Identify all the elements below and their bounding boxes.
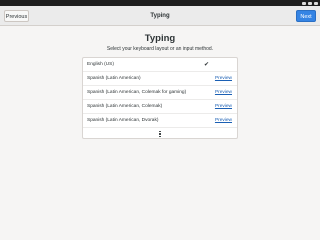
preview-link[interactable]: Preview (215, 114, 232, 128)
layout-row-spanish-latam-colemak[interactable]: Spanish (Latin American, Colemak) Previe… (83, 100, 237, 114)
layout-label: Spanish (Latin American, Colemak for gam… (87, 90, 187, 95)
layout-list: English (US) ✔ Spanish (Latin American) … (82, 57, 238, 139)
layout-label: Spanish (Latin American, Dvorak) (87, 118, 159, 123)
preview-link[interactable]: Preview (215, 100, 232, 114)
page-title: Typing (144, 33, 176, 44)
preview-link[interactable]: Preview (215, 72, 232, 86)
preview-link[interactable]: Preview (215, 86, 232, 100)
layout-row-spanish-latam-colemak-gaming[interactable]: Spanish (Latin American, Colemak for gam… (83, 86, 237, 100)
layout-label: Spanish (Latin American) (87, 76, 141, 81)
volume-icon (308, 1, 312, 5)
page-subtitle: Select your keyboard layout or an input … (106, 46, 214, 52)
layout-row-spanish-latam[interactable]: Spanish (Latin American) Preview (83, 72, 237, 86)
power-icon (314, 1, 318, 5)
network-icon (302, 1, 306, 5)
layout-row-spanish-latam-dvorak[interactable]: Spanish (Latin American, Dvorak) Preview (83, 114, 237, 128)
next-button[interactable]: Next (296, 10, 316, 22)
layout-row-english-us[interactable]: English (US) ✔ (83, 58, 237, 72)
checkmark-icon: ✔ (203, 62, 209, 68)
view-more-icon (159, 131, 161, 137)
more-layouts-button[interactable] (83, 129, 237, 139)
previous-button[interactable]: Previous (4, 10, 29, 22)
header-title: Typing (150, 13, 170, 19)
layout-label: Spanish (Latin American, Colemak) (87, 104, 163, 109)
header-bar: Typing Previous Next (0, 6, 320, 26)
layout-label: English (US) (87, 62, 114, 67)
